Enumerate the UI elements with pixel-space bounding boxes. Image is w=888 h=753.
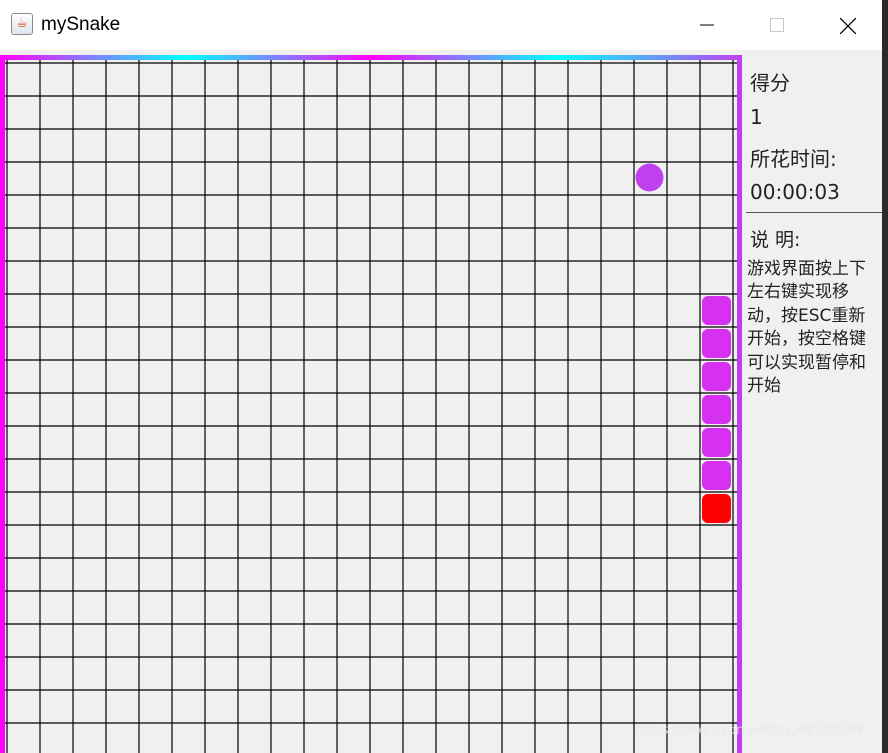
board-border-top: [0, 55, 742, 60]
minimize-icon: [700, 24, 714, 26]
close-icon: [840, 18, 856, 34]
help-label: 说 明:: [750, 229, 801, 251]
score-value: 1: [750, 105, 763, 129]
snake-segment: [702, 362, 731, 391]
game-board[interactable]: [0, 55, 742, 753]
board-border: [0, 55, 742, 753]
app-window: ☕ mySnake 得分 1 所花时间: 00:00:03 说 明: 游戏界面按…: [0, 0, 882, 753]
snake-segment: [702, 329, 731, 358]
food-pellet: [635, 163, 664, 192]
maximize-icon: [770, 18, 784, 32]
info-panel: 得分 1 所花时间: 00:00:03 说 明: 游戏界面按上下左右键实现移动，…: [742, 55, 882, 753]
snake-segment: [702, 296, 731, 325]
snake-segment: [702, 395, 731, 424]
panel-divider: [746, 212, 882, 213]
time-label: 所花时间:: [750, 147, 837, 171]
time-value: 00:00:03: [750, 180, 840, 204]
snake-head: [702, 494, 731, 523]
watermark-text: https://blog.csdn.net/qq_44726549: [635, 723, 864, 738]
minimize-button[interactable]: [672, 0, 742, 50]
help-text: 游戏界面按上下左右键实现移动，按ESC重新开始，按空格键可以实现暂停和开始: [747, 259, 866, 397]
game-board-canvas: [0, 55, 742, 753]
board-border-left: [0, 55, 5, 753]
snake-segment: [702, 428, 731, 457]
board-pieces: [635, 163, 731, 523]
score-label: 得分: [750, 71, 790, 95]
title-bar[interactable]: ☕ mySnake: [0, 0, 882, 50]
window-title: mySnake: [41, 14, 121, 35]
java-cup-icon: ☕: [11, 13, 33, 35]
close-button[interactable]: [812, 0, 882, 50]
maximize-button[interactable]: [742, 0, 812, 50]
snake-segment: [702, 461, 731, 490]
grid-lines: [0, 55, 738, 753]
